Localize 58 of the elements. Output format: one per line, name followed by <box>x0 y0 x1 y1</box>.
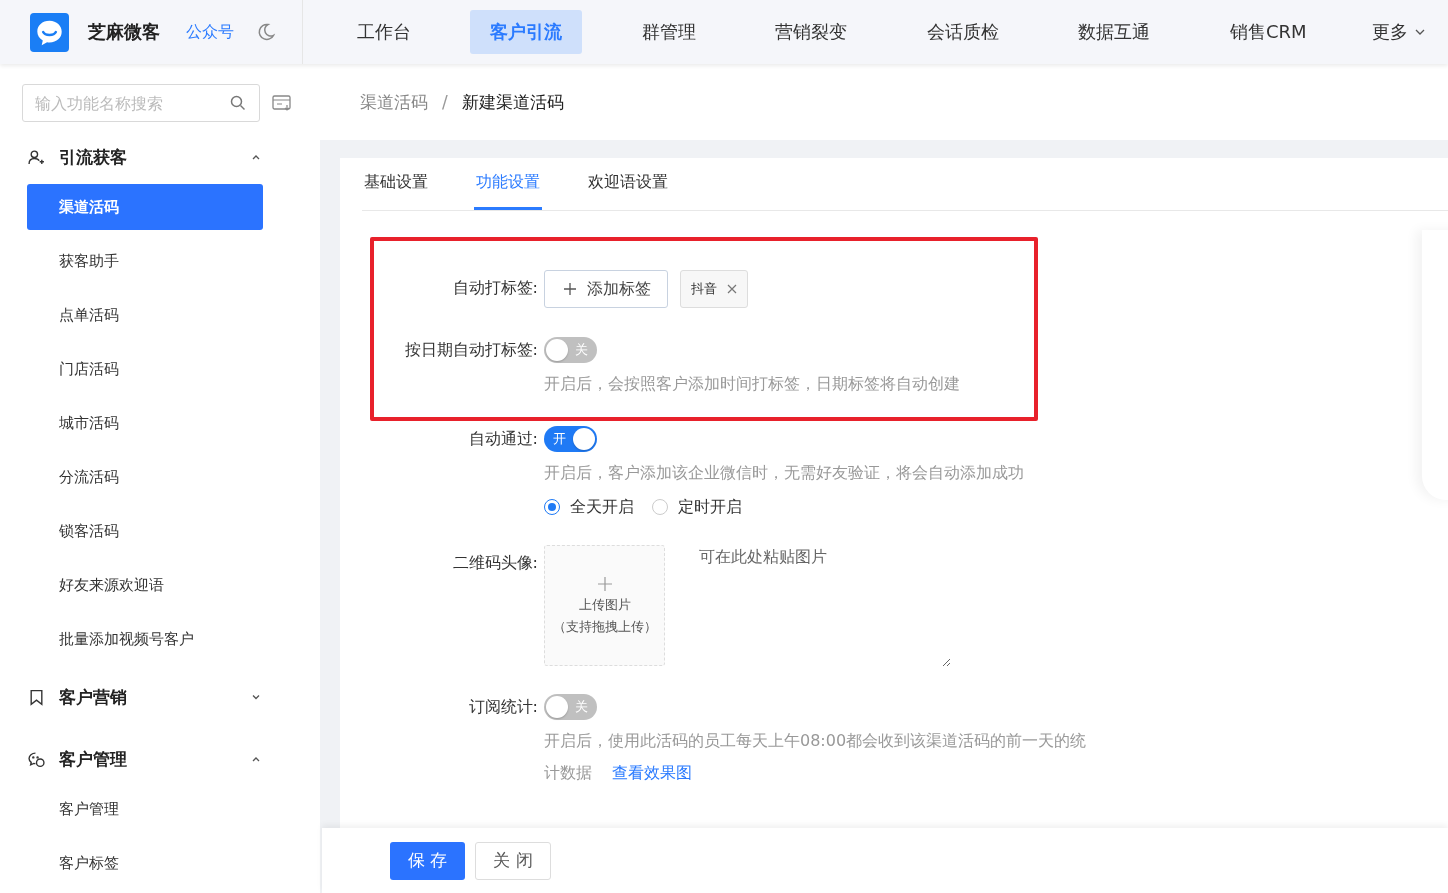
sidebar-group[interactable]: 引流获客 <box>22 130 262 184</box>
close-icon[interactable] <box>727 284 737 294</box>
nav-tab[interactable]: 会话质检 <box>906 10 1019 54</box>
sidebar-item[interactable]: 门店活码 <box>27 346 263 392</box>
account-link[interactable]: 公众号 <box>186 21 234 43</box>
nav-tab[interactable]: 工作台 <box>337 10 431 54</box>
sidebar-item[interactable]: 好友来源欢迎语 <box>27 562 263 608</box>
nav-tab[interactable]: 营销裂变 <box>755 10 868 54</box>
more-menu[interactable]: 更多 <box>1366 19 1432 45</box>
field-label: 订阅统计: <box>467 696 538 718</box>
field-label: 二维码头像: <box>451 552 538 574</box>
radio-option[interactable]: 全天开启 <box>544 496 634 518</box>
paste-field[interactable]: 可在此处粘贴图片 <box>697 545 951 667</box>
radio-option[interactable]: 定时开启 <box>652 496 742 518</box>
logo-icon <box>30 12 69 52</box>
sidebar-item[interactable]: 获客助手 <box>27 238 263 284</box>
sidebar-item[interactable]: 锁客活码 <box>27 508 263 554</box>
brand-name: 芝麻微客 <box>88 20 160 44</box>
settings-tab[interactable]: 功能设置 <box>474 158 542 210</box>
search-field[interactable]: 输入功能名称搜索 <box>22 84 260 122</box>
nav-tab[interactable]: 销售CRM <box>1209 10 1327 54</box>
sidebar-item[interactable]: 客户标签 <box>27 840 263 886</box>
field-label: 按日期自动打标签: <box>403 339 538 361</box>
search-icon[interactable] <box>230 95 246 111</box>
field-label: 自动打标签: <box>451 277 538 299</box>
hint-text: 开启后，会按照客户添加时间打标签，日期标签将自动创建 <box>544 373 960 395</box>
hint-text: 开启后，使用此活码的员工每天上午08:00都会收到该渠道活码的前一天的统计数据 查看效果图 <box>544 730 1088 784</box>
sidebar-item[interactable]: 渠道活码 <box>27 184 263 230</box>
view-example-link[interactable]: 查看效果图 <box>612 763 692 782</box>
close-button[interactable]: 关 闭 <box>475 841 551 880</box>
add-tag-button[interactable]: 添加标签 <box>544 270 668 308</box>
field-label: 自动通过: <box>467 428 538 450</box>
breadcrumb-item[interactable]: 渠道活码 <box>360 90 428 114</box>
bookmark-icon <box>28 688 45 706</box>
save-button[interactable]: 保 存 <box>390 841 465 880</box>
plus-icon <box>596 575 613 592</box>
user-add-icon <box>28 148 45 166</box>
plus-icon <box>563 282 577 296</box>
layout-toggle-icon[interactable] <box>272 94 292 112</box>
hint-text: 开启后，客户添加该企业微信时，无需好友验证，将会自动添加成功 <box>544 462 1024 484</box>
nav-tab[interactable]: 群管理 <box>621 10 716 54</box>
sidebar-item[interactable]: 分流活码 <box>27 454 263 500</box>
chat-icon <box>28 750 45 768</box>
moon-icon[interactable] <box>256 22 276 42</box>
sidebar-item[interactable]: 批量添加视频号客户 <box>27 616 263 662</box>
sidebar-group[interactable]: 客户管理 <box>22 732 262 786</box>
sidebar-item[interactable]: 点单活码 <box>27 292 263 338</box>
settings-tab[interactable]: 欢迎语设置 <box>586 158 670 210</box>
nav-tab[interactable]: 数据互通 <box>1058 10 1171 54</box>
sidebar-item[interactable]: 客户管理 <box>27 786 263 832</box>
breadcrumb-item: 新建渠道活码 <box>461 90 564 114</box>
toggle-switch[interactable]: 开 <box>544 426 597 452</box>
sidebar-group[interactable]: 客户营销 <box>22 670 262 724</box>
tag-chip: 抖音 <box>680 270 748 308</box>
breadcrumb-separator: / <box>442 92 448 112</box>
sidebar-item[interactable]: 城市活码 <box>27 400 263 446</box>
settings-tab[interactable]: 基础设置 <box>362 158 430 210</box>
upload-area[interactable]: 上传图片 （支持拖拽上传） <box>544 545 665 666</box>
